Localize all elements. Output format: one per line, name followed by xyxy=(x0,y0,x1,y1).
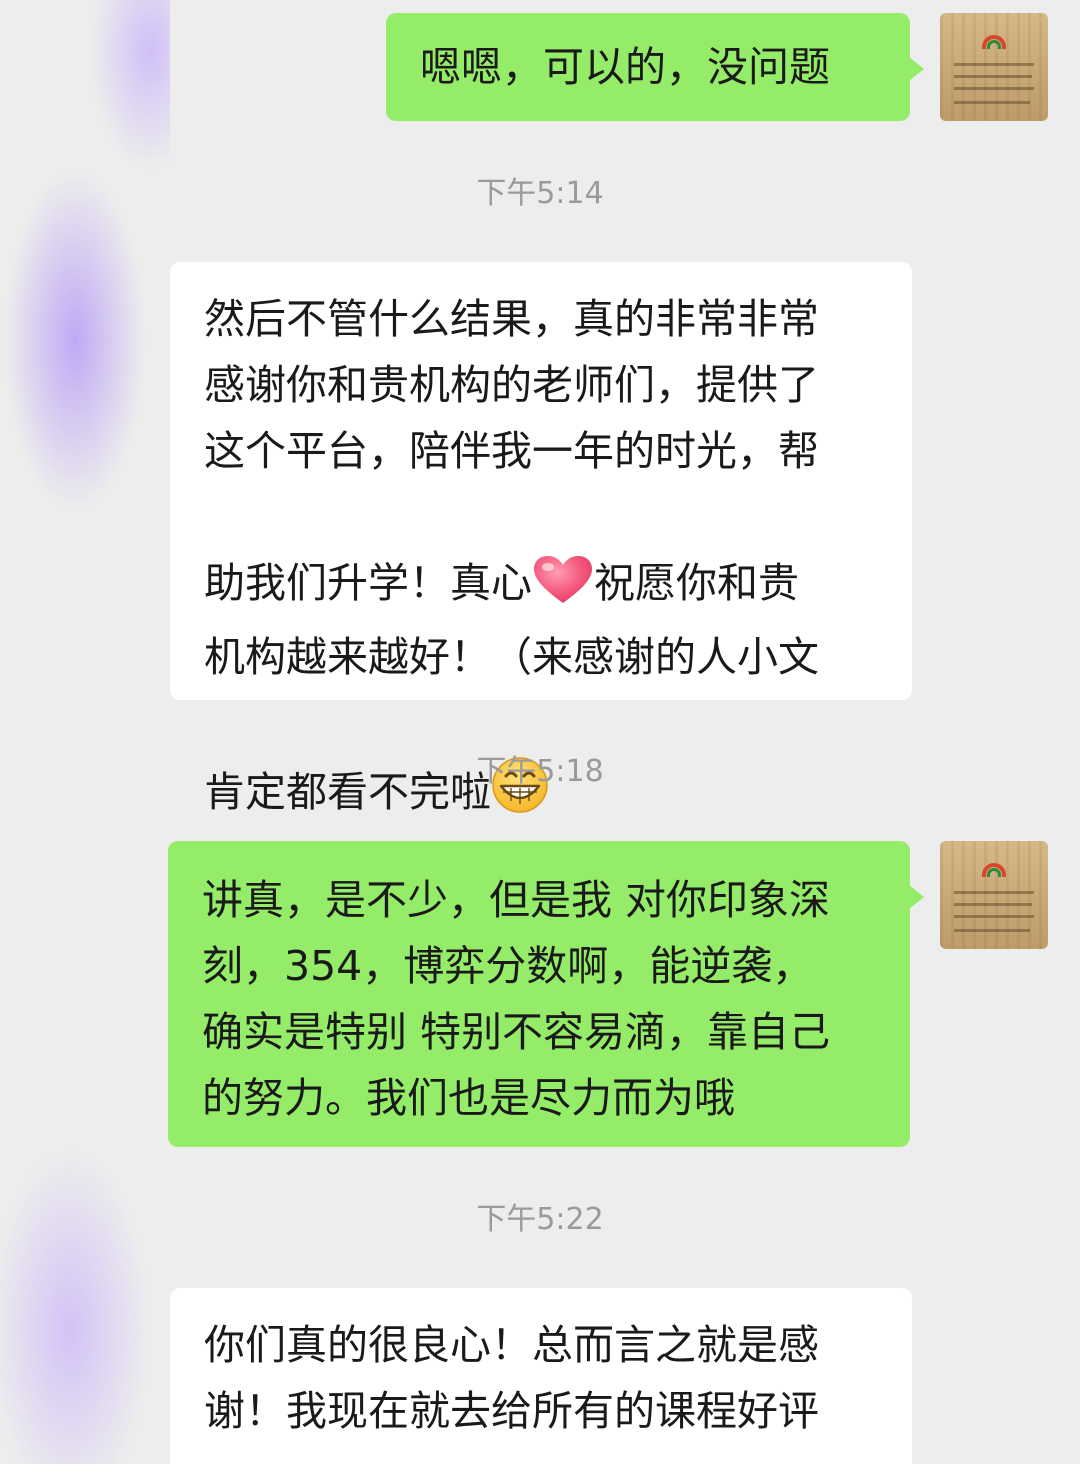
message-line-part: 助我们升学！真心 xyxy=(204,559,532,607)
avatar-text-line xyxy=(954,87,1034,90)
message-line: 讲真，是不少，但是我 对你印象深 xyxy=(202,876,831,924)
avatar-text-line xyxy=(954,101,1030,104)
message-timestamp: 下午5:22 xyxy=(476,1202,604,1237)
rainbow-logo-inner xyxy=(987,868,1001,877)
message-line: 确实是特别 特别不容易滴，靠自己 xyxy=(202,1008,831,1056)
self-avatar[interactable] xyxy=(940,841,1048,949)
sent-message-bubble[interactable]: 嗯嗯，可以的，没问题 xyxy=(386,13,924,121)
rainbow-logo-inner xyxy=(987,40,1001,49)
message-line: 这个平台，陪伴我一年的时光，帮 xyxy=(204,427,819,475)
message-text: 嗯嗯，可以的，没问题 xyxy=(420,43,830,91)
message-line: 然后不管什么结果，真的非常非常 xyxy=(204,295,819,343)
message-line: 的努力。我们也是尽力而为哦 xyxy=(202,1074,735,1122)
avatar-text-line xyxy=(954,63,1034,66)
avatar-text-line xyxy=(954,891,1034,894)
avatar-text-line xyxy=(954,929,1030,932)
chat-area: 嗯嗯，可以的，没问题 下午5:14 然后不管什么结果，真的非常非常 感谢你和贵机… xyxy=(0,0,1080,1464)
heart-emoji-icon xyxy=(532,555,594,624)
message-line-part: 祝愿你和贵 xyxy=(594,559,799,607)
message-timestamp: 下午5:14 xyxy=(476,176,604,211)
received-message-bubble[interactable]: 然后不管什么结果，真的非常非常 感谢你和贵机构的老师们，提供了 这个平台，陪伴我… xyxy=(170,262,912,890)
avatar-text-line xyxy=(954,915,1034,918)
message-line: 感谢你和贵机构的老师们，提供了 xyxy=(204,361,819,409)
message-line: 你们真的很良心！总而言之就是感 xyxy=(204,1321,819,1369)
blurred-avatar-area xyxy=(0,0,170,1464)
message-line-with-emoji: 助我们升学！真心 祝愿你和贵 xyxy=(204,484,912,624)
message-line: 谢！我现在就去给所有的课程好评 xyxy=(204,1387,819,1435)
avatar-text-line xyxy=(954,903,1032,906)
avatar-text-line xyxy=(954,75,1032,78)
sent-message-bubble[interactable]: 讲真，是不少，但是我 对你印象深 刻，354，博弈分数啊，能逆袭， 确实是特别 … xyxy=(168,841,924,1147)
message-line: 机构越来越好！（来感谢的人小文 xyxy=(204,633,819,681)
message-timestamp: 下午5:18 xyxy=(476,754,604,789)
message-line: 刻，354，博弈分数啊，能逆袭， xyxy=(202,942,814,990)
received-message-bubble[interactable]: 你们真的很良心！总而言之就是感 谢！我现在就去给所有的课程好评 xyxy=(170,1288,912,1464)
self-avatar[interactable] xyxy=(940,13,1048,121)
